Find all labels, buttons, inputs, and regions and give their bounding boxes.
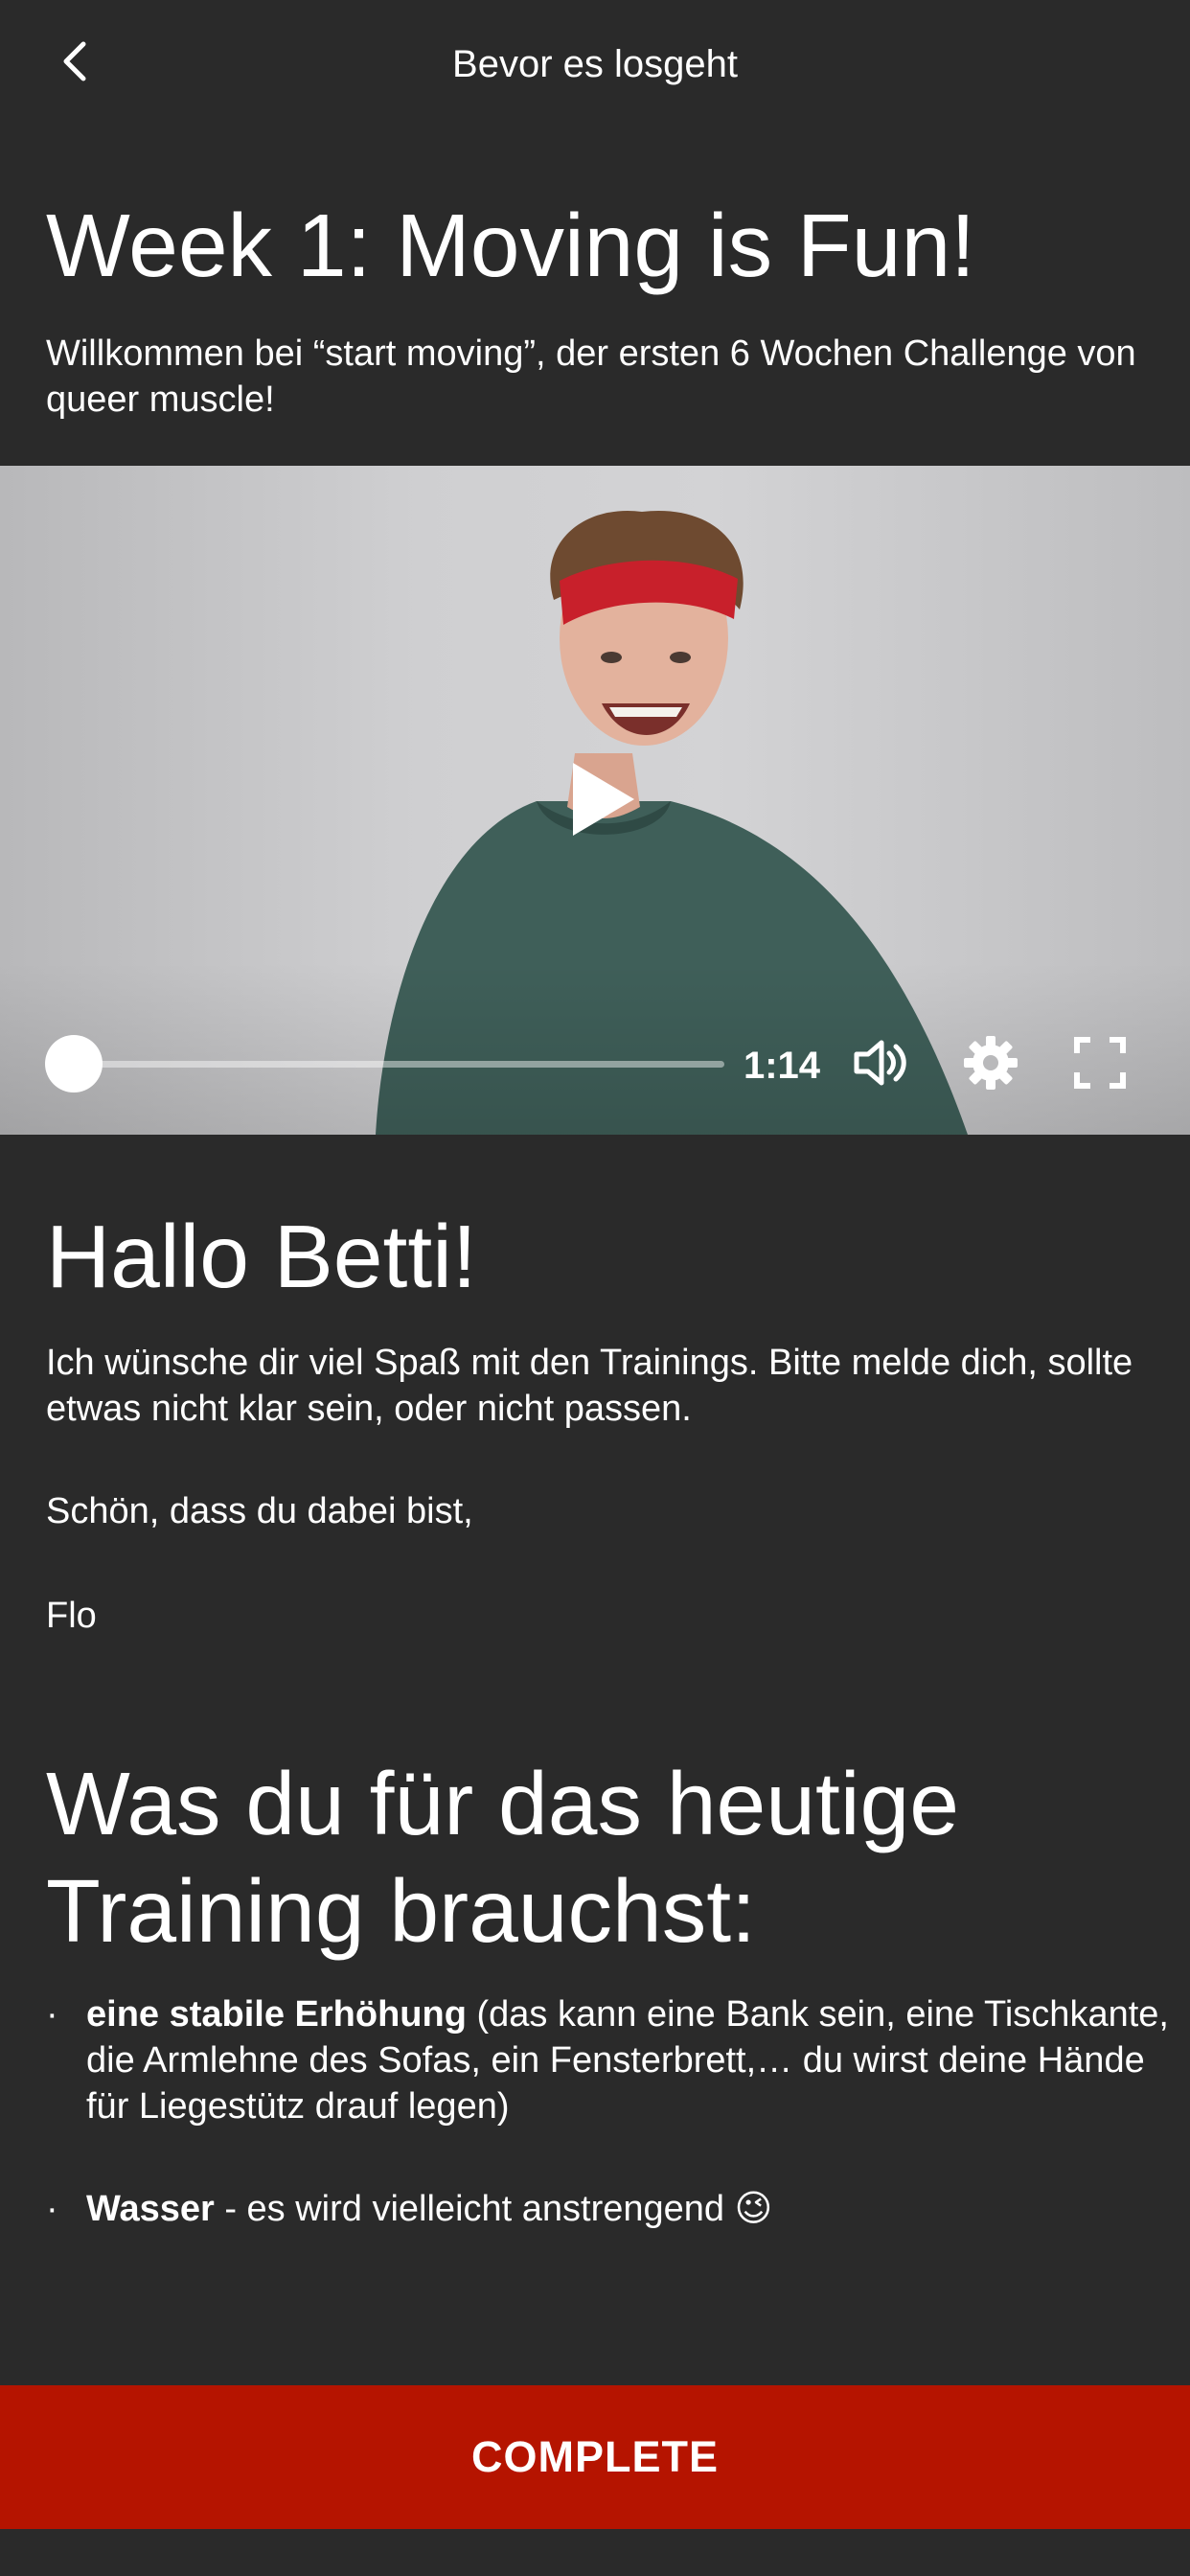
list-item-bold: Wasser [86, 2189, 215, 2229]
week-title: Week 1: Moving is Fun! [46, 196, 976, 295]
settings-button[interactable] [957, 1031, 1024, 1098]
video-progress-track[interactable] [73, 1061, 724, 1068]
bullet-marker: · [46, 2189, 58, 2229]
signature: Flo [46, 1596, 97, 1636]
top-bar: Bevor es losgeht [0, 0, 1190, 130]
week-intro: Willkommen bei “start moving”, der erste… [46, 334, 1136, 420]
greeting-heading: Hallo Betti! [46, 1207, 477, 1306]
complete-button[interactable]: COMPLETE [0, 2385, 1190, 2529]
list-item-text: Wasser - es wird vielleicht anstrengend … [86, 2186, 1179, 2232]
list-item-detail: - es wird vielleicht anstrengend 😉 [214, 2189, 773, 2229]
play-button[interactable] [563, 759, 640, 840]
bullet-marker: · [46, 1994, 58, 2035]
video-player[interactable]: 1:14 [0, 466, 1190, 1135]
fullscreen-icon [1073, 1036, 1127, 1094]
volume-button[interactable] [849, 1031, 916, 1098]
page-title: Bevor es losgeht [452, 43, 738, 85]
welcome-message: Ich wünsche dir viel Spaß mit den Traini… [46, 1343, 1133, 1429]
equipment-heading: Was du für das heutige Training brauchst… [46, 1754, 959, 1961]
fullscreen-button[interactable] [1066, 1031, 1133, 1098]
welcome-closing: Schön, dass du dabei bist, [46, 1491, 473, 1531]
play-icon [563, 763, 640, 843]
volume-icon [853, 1038, 912, 1092]
gear-icon [963, 1035, 1018, 1095]
video-duration: 1:14 [743, 1045, 821, 1087]
list-item-bold: eine stabile Erhöhung [86, 1994, 467, 2035]
video-scrubber-handle[interactable] [45, 1035, 103, 1092]
list-item-text: eine stabile Erhöhung (das kann eine Ban… [86, 1991, 1179, 2129]
